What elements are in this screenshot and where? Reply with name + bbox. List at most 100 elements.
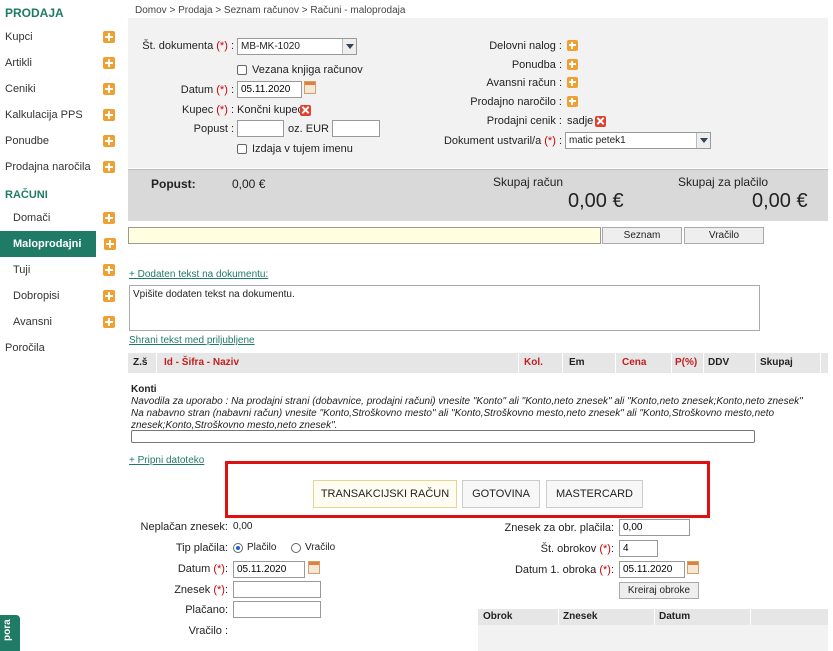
skupaj-placilo-value: 0,00 €	[752, 190, 808, 212]
znesek-obr-input[interactable]	[619, 519, 690, 536]
remove-icon[interactable]	[595, 116, 606, 127]
vracilo-amount-label: Vračilo :	[188, 625, 228, 637]
prodajni-cenik-value: sadje	[567, 115, 594, 127]
gotovina-button[interactable]: GOTOVINA	[462, 480, 540, 508]
add-icon[interactable]	[103, 264, 115, 276]
sidebar-item-porocila[interactable]: Poročila	[0, 335, 122, 361]
vezana-checkbox[interactable]	[237, 65, 247, 75]
placano-label: Plačano:	[185, 604, 228, 616]
st-obrokov-input[interactable]	[619, 540, 658, 557]
prodajni-cenik-label: Prodajni cenik :	[486, 115, 562, 127]
vezana-label: Vezana knjiga računov	[252, 64, 363, 76]
kupec-value: Končni kupec	[237, 104, 304, 116]
calendar-icon[interactable]	[304, 81, 316, 94]
konti-section: Konti Navodila za uporabo : Na prodajni …	[131, 384, 821, 432]
col-datum: Datum	[659, 611, 691, 622]
article-search-input[interactable]	[128, 227, 601, 244]
prodajno-narocilo-label: Prodajno naročilo :	[470, 96, 562, 108]
add-icon[interactable]	[567, 40, 578, 51]
calendar-icon[interactable]	[308, 561, 320, 574]
col-naziv: Id - Šifra - Naziv	[164, 357, 240, 368]
sidebar-item-dobropisi[interactable]: Dobropisi	[0, 283, 122, 309]
konti-instructions-1: Navodila za uporabo : Na prodajni strani…	[131, 396, 803, 407]
mastercard-button[interactable]: MASTERCARD	[546, 480, 643, 508]
add-icon[interactable]	[104, 238, 116, 250]
calendar-icon[interactable]	[687, 561, 699, 574]
add-icon[interactable]	[567, 77, 578, 88]
add-icon[interactable]	[103, 135, 115, 147]
datum-input[interactable]	[237, 81, 302, 98]
sidebar-heading-prodaja: PRODAJA	[5, 6, 64, 20]
col-popust: P(%)	[675, 357, 698, 368]
seznam-button[interactable]: Seznam	[602, 227, 682, 244]
izdaja-label: Izdaja v tujem imenu	[252, 143, 353, 155]
add-icon[interactable]	[567, 59, 578, 70]
attach-file-link[interactable]: + Pripni datoteko	[129, 455, 204, 466]
znesek-input[interactable]	[233, 581, 321, 598]
sidebar-item-maloprodajni[interactable]: Maloprodajni	[0, 231, 96, 257]
sidebar-item-avansni[interactable]: Avansni	[0, 309, 122, 335]
sidebar-item-ponudbe[interactable]: Ponudbe	[0, 128, 122, 154]
add-icon[interactable]	[103, 57, 115, 69]
support-tab[interactable]: pora	[0, 615, 20, 651]
popust-label: Popust :	[193, 123, 234, 135]
doc-text-area[interactable]: Vpišite dodaten tekst na dokumentu.	[129, 285, 760, 331]
add-doc-text-link[interactable]: + Dodaten tekst na dokumentu:	[129, 269, 268, 280]
vracilo-radio-label: Vračilo	[305, 542, 336, 553]
popust-eur-input[interactable]	[332, 120, 380, 137]
konti-instructions-2: Na nabavno stran (nabavni račun) vnesite…	[131, 408, 775, 431]
sidebar-item-kupci[interactable]: Kupci	[0, 24, 122, 50]
dokument-ustvaril-select[interactable]: matic petek1	[565, 132, 711, 149]
col-skupaj: Skupaj	[760, 357, 793, 368]
col-obrok: Obrok	[483, 611, 513, 622]
placilo-radio[interactable]	[233, 543, 243, 553]
transakcijski-racun-button[interactable]: TRANSAKCIJSKI RAČUN	[313, 480, 457, 508]
dokument-ustvaril-label: Dokument ustvaril/a (*) :	[443, 135, 562, 147]
datum-obroka-input[interactable]	[619, 561, 685, 578]
popust-input[interactable]	[237, 120, 284, 137]
add-icon[interactable]	[103, 109, 115, 121]
vracilo-radio[interactable]	[291, 543, 301, 553]
delovni-nalog-label: Delovni nalog :	[489, 40, 562, 52]
add-icon[interactable]	[103, 31, 115, 43]
col-kol: Kol.	[524, 357, 543, 368]
avansni-racun-label: Avansni račun :	[486, 77, 562, 89]
payment-datum-input[interactable]	[233, 561, 305, 578]
sidebar-item-kalkulacija[interactable]: Kalkulacija PPS	[0, 102, 122, 128]
add-icon[interactable]	[567, 96, 578, 107]
skupaj-placilo-label: Skupaj za plačilo	[678, 175, 769, 189]
save-favorites-link[interactable]: Shrani tekst med priljubljene	[129, 335, 255, 346]
vracilo-button[interactable]: Vračilo	[684, 227, 764, 244]
skupaj-racun-value: 0,00 €	[568, 190, 624, 212]
col-ddv: DDV	[708, 357, 730, 368]
datum-label: Datum (*) :	[180, 84, 234, 96]
sidebar-item-ceniki[interactable]: Ceniki	[0, 76, 122, 102]
sidebar-item-prodajna-narocila[interactable]: Prodajna naročila	[0, 154, 122, 180]
add-icon[interactable]	[103, 161, 115, 173]
installments-table-header: Obrok Znesek Datum	[478, 609, 828, 625]
add-icon[interactable]	[103, 290, 115, 302]
placano-input[interactable]	[233, 601, 321, 618]
col-zs: Z.š	[133, 357, 148, 368]
chevron-down-icon	[342, 39, 356, 54]
placilo-radio-label: Plačilo	[247, 542, 277, 553]
remove-icon[interactable]	[300, 105, 311, 116]
sidebar-item-domaci[interactable]: Domači	[0, 205, 122, 231]
st-dokumenta-select[interactable]: MB-MK-1020	[237, 38, 357, 55]
payment-datum-label: Datum (*):	[177, 563, 228, 575]
col-cena: Cena	[622, 357, 647, 368]
add-icon[interactable]	[103, 83, 115, 95]
sidebar: PRODAJA Kupci Artikli Ceniki Kalkulacija…	[0, 0, 122, 651]
kreiraj-obroke-button[interactable]: Kreiraj obroke	[619, 582, 699, 599]
sidebar-item-tuji[interactable]: Tuji	[0, 257, 122, 283]
datum-obroka-label: Datum 1. obroka (*):	[514, 564, 614, 576]
chevron-down-icon	[696, 133, 710, 148]
konti-input[interactable]	[131, 430, 755, 443]
ponudba-label: Ponudba :	[511, 59, 562, 71]
neplacan-label: Neplačan znesek:	[140, 521, 228, 533]
popust-total-value: 0,00 €	[232, 177, 266, 191]
add-icon[interactable]	[103, 316, 115, 328]
izdaja-checkbox[interactable]	[237, 144, 247, 154]
add-icon[interactable]	[103, 212, 115, 224]
sidebar-item-artikli[interactable]: Artikli	[0, 50, 122, 76]
